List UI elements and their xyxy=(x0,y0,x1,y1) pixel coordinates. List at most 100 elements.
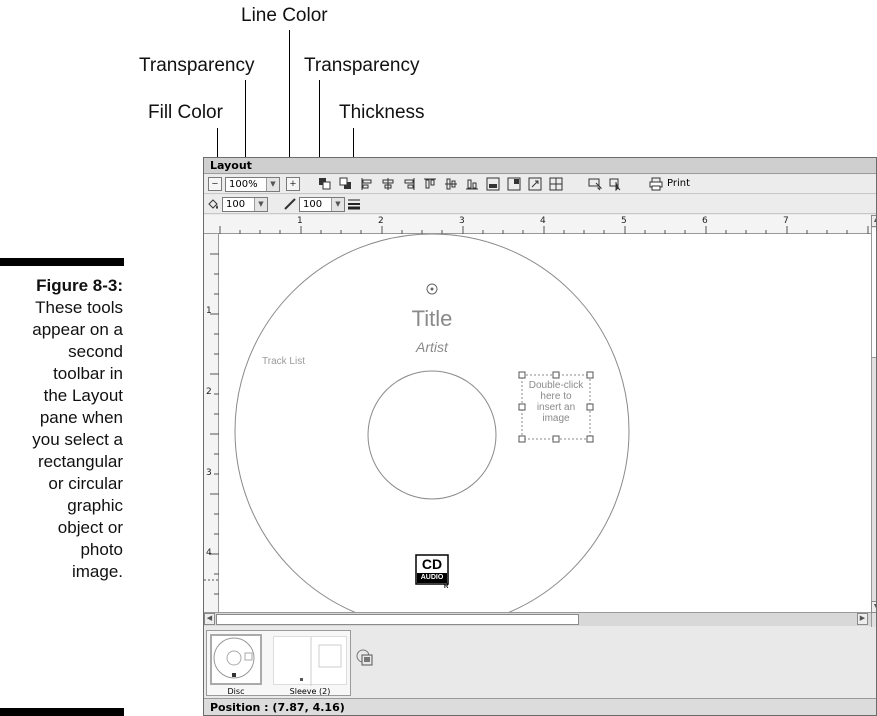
zoom-value: 100% xyxy=(229,179,258,190)
chevron-down-icon: ▼ xyxy=(254,198,267,211)
line-color-button[interactable] xyxy=(283,197,297,211)
align-middle-button[interactable] xyxy=(444,177,458,191)
caption-top-bar xyxy=(0,258,124,266)
align-center-button[interactable] xyxy=(381,177,395,191)
align-top-button[interactable] xyxy=(423,177,437,191)
fit-button[interactable] xyxy=(528,177,542,191)
line-thickness-icon xyxy=(348,199,360,210)
pane-title: Layout xyxy=(204,158,876,174)
image-placeholder[interactable]: Double-click here to insert an image xyxy=(522,380,590,424)
horizontal-scroll-thumb[interactable] xyxy=(216,614,579,625)
ruler-label: 3 xyxy=(206,468,212,478)
bring-forward-button[interactable] xyxy=(318,177,332,191)
caption-line: the Layout xyxy=(43,386,123,405)
align-left-icon xyxy=(361,178,372,190)
ruler-label: 4 xyxy=(206,548,212,558)
distribute-button[interactable] xyxy=(486,177,500,191)
fill-color-button[interactable] xyxy=(206,197,220,211)
thumbnail-disc[interactable] xyxy=(210,634,262,685)
image-placeholder-line: image xyxy=(542,413,570,424)
ruler-label: 2 xyxy=(206,387,212,397)
thumbnail-label-sleeve: Sleeve (2) xyxy=(289,687,331,696)
thumbnail-sleeve[interactable] xyxy=(273,636,347,686)
layout-pane: Layout − 100% ▼ + Print 100 ▼ 100 ▼ 1 2 … xyxy=(203,157,877,716)
cd-logo-text: CD xyxy=(421,556,443,572)
chevron-down-icon: ▼ xyxy=(266,178,279,191)
callout-transparency-right: Transparency xyxy=(304,55,420,76)
same-size-icon xyxy=(507,177,521,191)
caption-line: graphic xyxy=(67,496,123,515)
zoom-out-button[interactable]: − xyxy=(208,177,222,191)
paint-bucket-icon xyxy=(208,199,218,209)
ruler-label: 4 xyxy=(540,216,546,226)
pointer-icon xyxy=(609,178,621,192)
horizontal-scrollbar[interactable]: ◀ ▶ xyxy=(204,612,871,626)
send-backward-icon xyxy=(339,177,351,189)
align-left-button[interactable] xyxy=(360,177,374,191)
select-tool-button[interactable] xyxy=(588,177,603,191)
ruler-ticks xyxy=(219,226,869,234)
figure-label: Figure 8-3: xyxy=(36,276,123,295)
align-right-button[interactable] xyxy=(402,177,416,191)
line-thickness-button[interactable] xyxy=(347,197,361,211)
zoom-select[interactable]: 100% ▼ xyxy=(225,177,280,192)
print-button[interactable] xyxy=(649,177,663,191)
line-transparency-select[interactable]: 100 ▼ xyxy=(299,197,345,212)
zoom-in-button[interactable]: + xyxy=(286,177,300,191)
align-right-icon xyxy=(404,178,415,190)
sleeve-thumbnail-icon xyxy=(300,637,342,686)
vertical-scroll-thumb[interactable] xyxy=(872,228,876,358)
same-size-button[interactable] xyxy=(507,177,521,191)
grid-button[interactable] xyxy=(549,177,563,191)
ruler-label: 1 xyxy=(297,216,303,226)
main-toolbar: − 100% ▼ + Print xyxy=(204,175,876,194)
graphic-toolbar: 100 ▼ 100 ▼ xyxy=(204,195,876,214)
track-list[interactable]: Track List xyxy=(262,356,305,367)
disc-hole xyxy=(367,370,497,500)
distribute-icon xyxy=(486,177,500,191)
align-center-icon xyxy=(382,178,394,190)
align-bottom-button[interactable] xyxy=(465,177,479,191)
caption-line: pane when xyxy=(39,408,123,427)
line-transparency-value: 100 xyxy=(303,199,323,210)
image-placeholder-line: insert an xyxy=(536,402,576,413)
audio-logo-text: AUDIO xyxy=(420,574,444,581)
scroll-up-icon[interactable]: ▲ xyxy=(871,215,876,227)
image-placeholder-line: here to xyxy=(540,391,572,402)
print-label[interactable]: Print xyxy=(667,178,690,189)
scroll-right-icon[interactable]: ▶ xyxy=(857,613,868,625)
fill-transparency-select[interactable]: 100 ▼ xyxy=(222,197,268,212)
horizontal-ruler: 1 2 3 4 5 6 7 xyxy=(204,215,872,234)
ruler-label: 2 xyxy=(378,216,384,226)
scroll-left-icon[interactable]: ◀ xyxy=(204,613,215,625)
printer-icon xyxy=(649,177,663,191)
grid-icon xyxy=(549,177,563,191)
callout-line-color: Line Color xyxy=(241,5,328,26)
ruler-label: 5 xyxy=(621,216,627,226)
callout-fill-color: Fill Color xyxy=(148,102,223,123)
figure-caption: Figure 8-3: These tools appear on a seco… xyxy=(0,275,123,583)
add-page-button[interactable] xyxy=(356,649,374,667)
caption-line: image. xyxy=(71,562,123,581)
thumbnail-label-disc: Disc xyxy=(227,687,245,696)
scroll-down-icon[interactable]: ▼ xyxy=(871,601,876,613)
caption-bottom-bar xyxy=(0,708,124,716)
vertical-scrollbar[interactable]: ▲ ▼ xyxy=(871,215,876,627)
caption-line: toolbar in xyxy=(53,364,123,383)
ruler-label: 6 xyxy=(702,216,708,226)
send-backward-button[interactable] xyxy=(339,177,353,191)
thumbnail-strip: Disc Sleeve (2) xyxy=(206,630,351,696)
pointer-tool-button[interactable] xyxy=(609,177,623,192)
caption-line: rectangular xyxy=(37,452,123,471)
ruler-label: 7 xyxy=(783,216,789,226)
align-middle-icon xyxy=(445,178,457,190)
align-top-icon xyxy=(424,178,436,189)
fill-transparency-value: 100 xyxy=(226,199,246,210)
disc-artist[interactable]: Artist xyxy=(379,339,485,355)
disc-title[interactable]: Title xyxy=(379,306,485,332)
registered-mark: R xyxy=(444,584,449,590)
design-canvas[interactable]: Title Artist Track List Double-click her… xyxy=(219,234,871,612)
caption-line: object or xyxy=(57,518,123,537)
page-thumbnails: Disc Sleeve (2) xyxy=(204,627,876,698)
ruler-label: 1 xyxy=(206,306,212,316)
